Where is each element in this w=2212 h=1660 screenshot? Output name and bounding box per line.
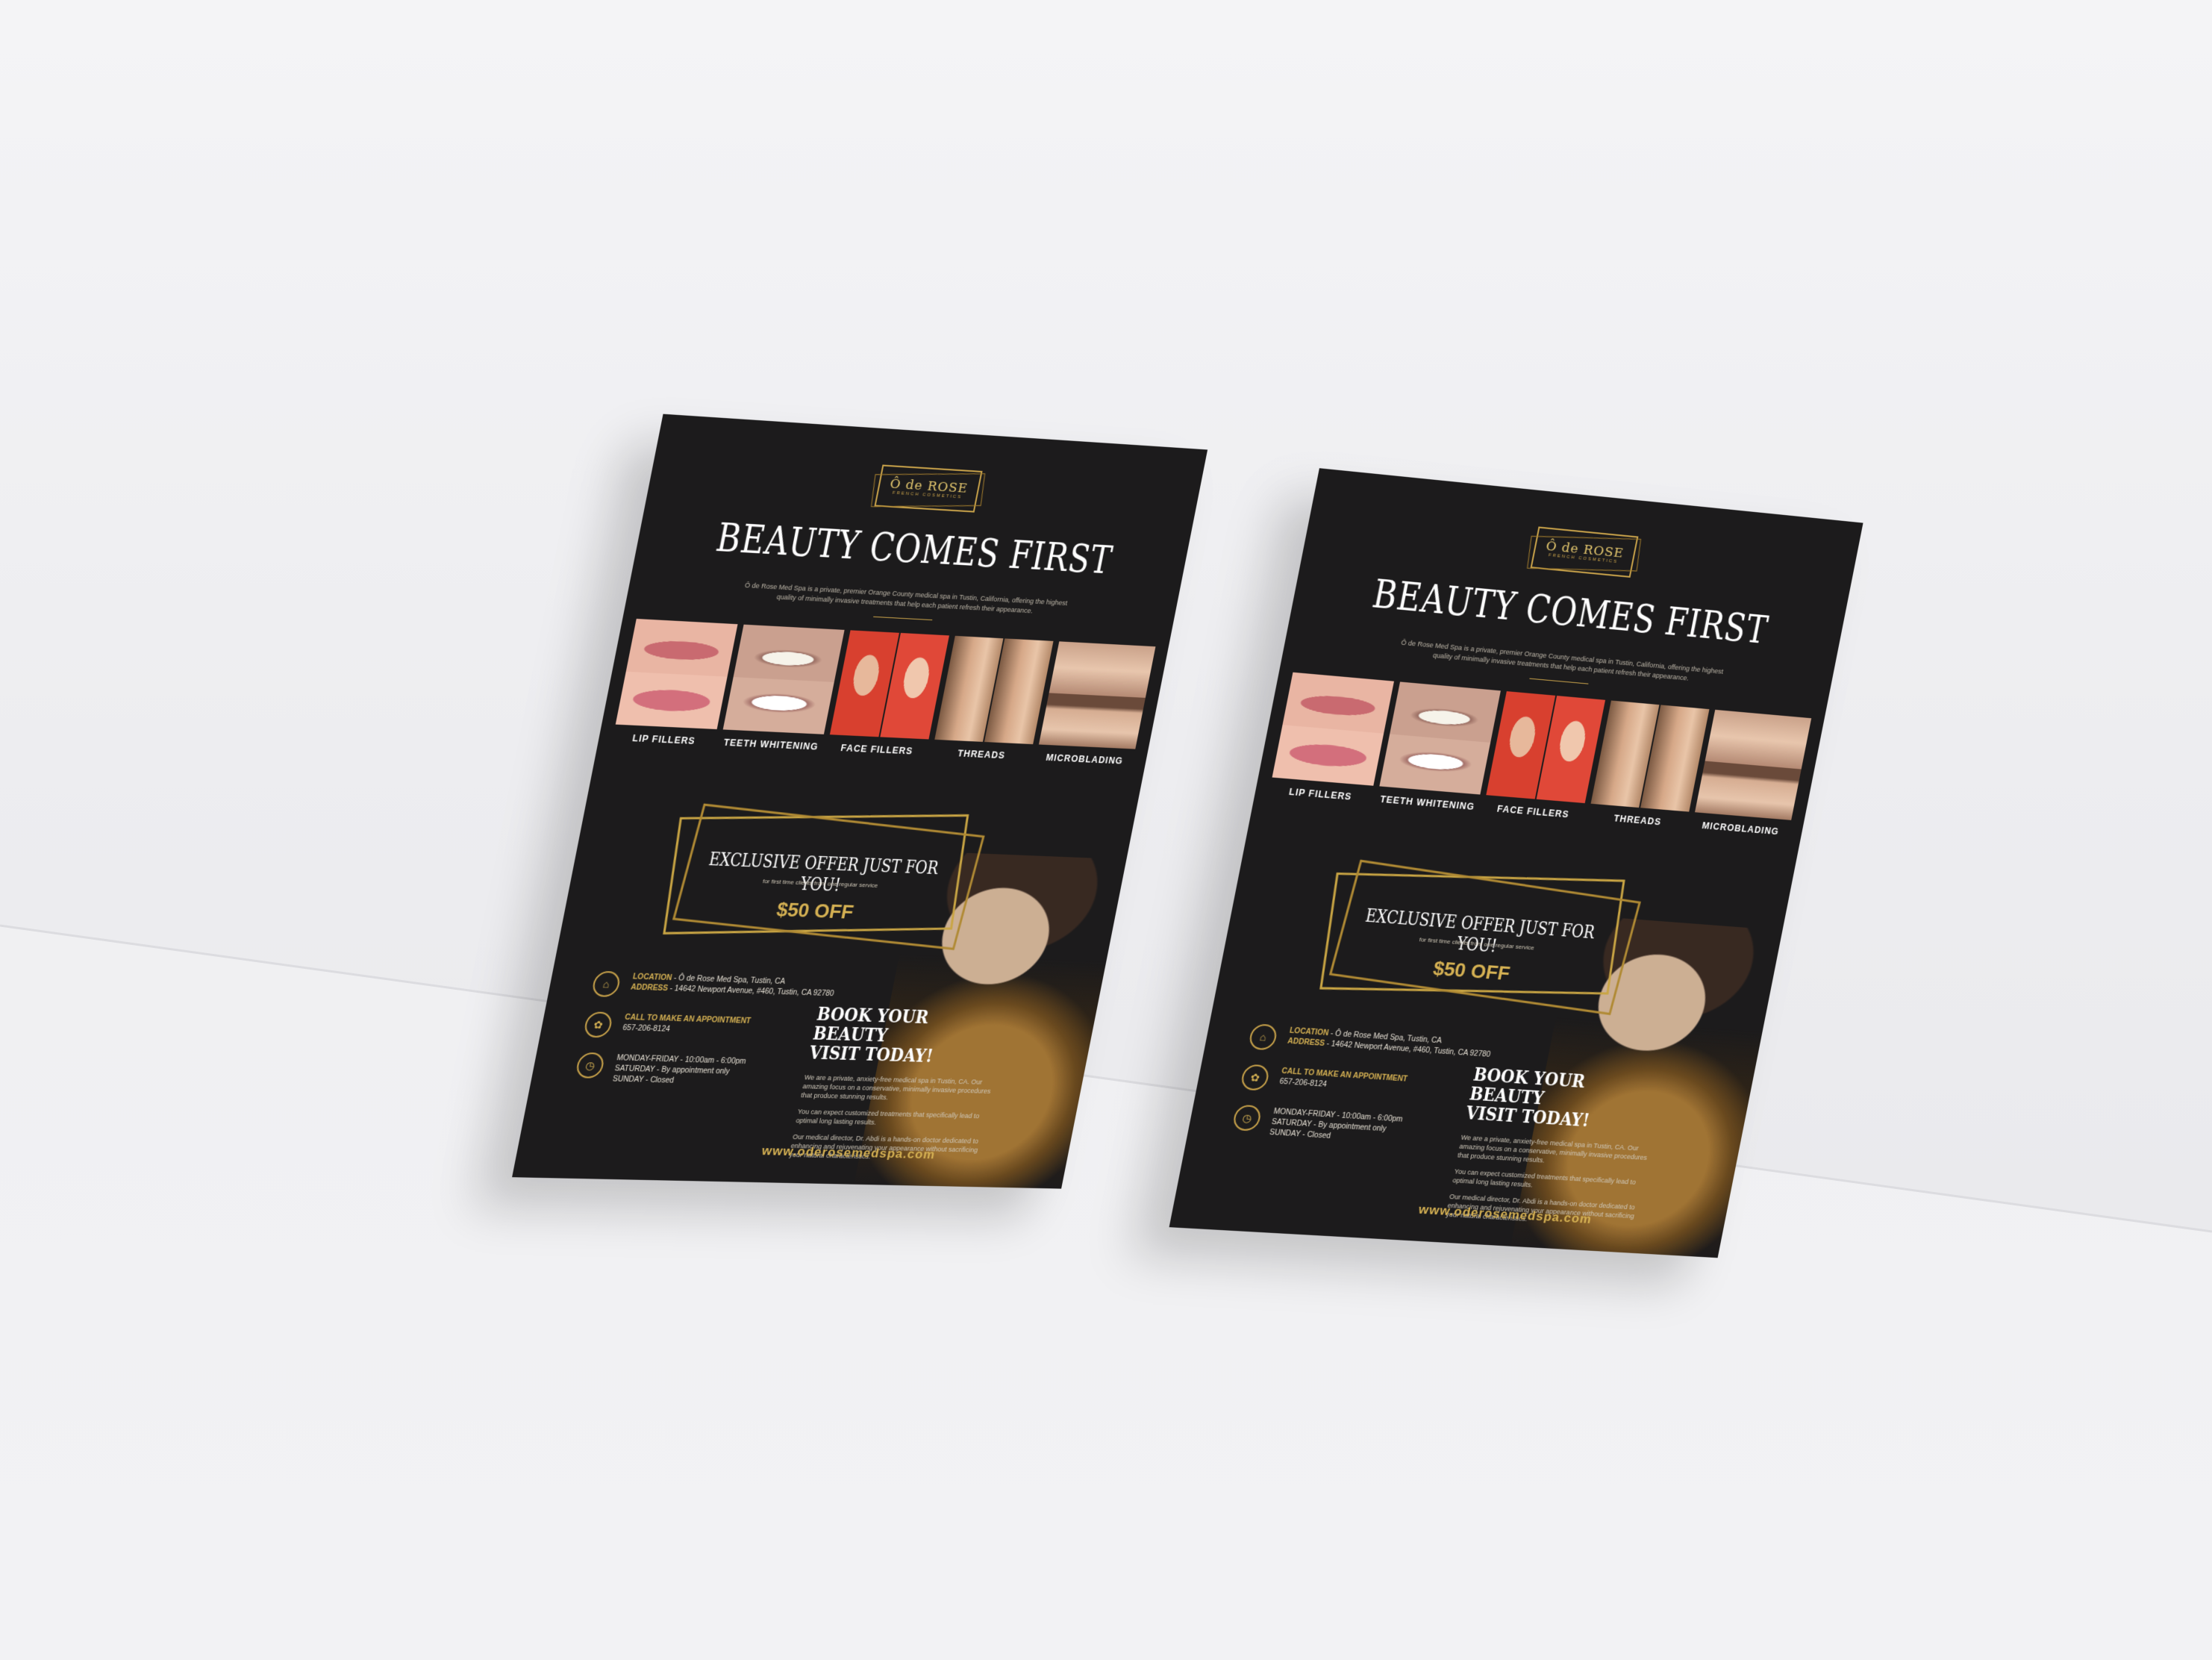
lotus-icon: ✿ (1240, 1064, 1270, 1090)
services-strip: LIP FILLERS TEETH WHITENING FACE FILLERS… (611, 619, 1156, 771)
service-label: TEETH WHITENING (722, 737, 819, 752)
service-threads: THREADS (1587, 701, 1709, 834)
flyer-intro: Ô de Rose Med Spa is a private, premier … (1397, 638, 1725, 687)
phone-row: ✿ CALL TO MAKE AN APPOINTMENT 657-206-81… (583, 1011, 836, 1044)
location-label: LOCATION (632, 973, 672, 982)
flyer-intro: Ô de Rose Med Spa is a private, premier … (741, 581, 1069, 618)
location-value: - Ô de Rose Med Spa, Tustin, CA (671, 974, 786, 986)
service-label: MICROBLADING (1045, 752, 1124, 767)
service-teeth-whitening: TEETH WHITENING (719, 625, 844, 757)
face-fillers-photo (1486, 691, 1605, 803)
address-label: ADDRESS (1287, 1038, 1325, 1048)
book-title: BOOK YOUR BEAUTY VISIT TODAY! (1464, 1065, 1662, 1135)
flyer-title: BEAUTY COMES FIRST (686, 514, 1142, 584)
service-label: FACE FILLERS (1496, 804, 1570, 820)
lip-fillers-photo (616, 619, 738, 729)
logo-name: Ô de ROSE (889, 477, 969, 495)
brand-logo: Ô de ROSE FRENCH COSMETICS (874, 464, 982, 512)
lotus-icon: ✿ (583, 1011, 613, 1038)
divider (1529, 678, 1588, 684)
service-label: THREADS (1613, 813, 1662, 827)
phone-row: ✿ CALL TO MAKE AN APPOINTMENT 657-206-81… (1240, 1064, 1492, 1105)
book-paragraph: We are a private, anxiety-free medical s… (1457, 1133, 1652, 1171)
clock-icon: ◷ (1231, 1105, 1262, 1132)
service-microblading: MICROBLADING (1034, 641, 1156, 771)
service-label: THREADS (957, 748, 1006, 761)
service-face-fillers: FACE FILLERS (825, 630, 949, 761)
address-label: ADDRESS (630, 983, 669, 993)
divider (873, 617, 932, 620)
face-fillers-photo (830, 630, 949, 739)
service-label: LIP FILLERS (1288, 787, 1353, 802)
teeth-whitening-photo (723, 625, 844, 734)
hours-row: ◷ MONDAY-FRIDAY - 10:00am - 6:00pm SATUR… (1231, 1105, 1484, 1152)
book-paragraph: We are a private, anxiety-free medical s… (800, 1073, 996, 1104)
building-icon: ⌂ (1248, 1023, 1278, 1050)
service-microblading: MICROBLADING (1690, 710, 1811, 842)
service-label: TEETH WHITENING (1379, 794, 1475, 812)
service-label: FACE FILLERS (840, 743, 913, 756)
hours-weekday: MONDAY-FRIDAY - 10:00am - 6:00pm (616, 1054, 746, 1066)
book-title: BOOK YOUR BEAUTY VISIT TODAY! (807, 1005, 1006, 1068)
book-title-line2: VISIT TODAY! (1464, 1102, 1592, 1131)
microblading-photo (1039, 641, 1156, 749)
phone-number: 657-206-8124 (622, 1024, 670, 1034)
service-label: MICROBLADING (1701, 820, 1780, 837)
book-title-line2: VISIT TODAY! (807, 1041, 935, 1067)
call-label: CALL TO MAKE AN APPOINTMENT (624, 1014, 752, 1026)
microblading-photo (1695, 710, 1812, 820)
location-row: ⌂ LOCATION - Ô de Rose Med Spa, Tustin, … (591, 971, 843, 1005)
offer-box: EXCLUSIVE OFFER JUST FOR YOU! for first … (1316, 858, 1639, 1009)
services-strip: LIP FILLERS TEETH WHITENING FACE FILLERS… (1268, 673, 1812, 842)
threads-photo (1591, 701, 1709, 812)
book-paragraph: You can expect customized treatments tha… (1452, 1167, 1646, 1196)
hours-row: ◷ MONDAY-FRIDAY - 10:00am - 6:00pm SATUR… (573, 1052, 827, 1090)
logo-tagline: FRENCH COSMETICS (1548, 553, 1618, 564)
phone-number: 657-206-8124 (1278, 1078, 1327, 1089)
logo-tagline: FRENCH COSMETICS (892, 491, 962, 500)
lip-fillers-photo (1272, 673, 1395, 786)
threads-photo (934, 636, 1053, 744)
service-threads: THREADS (931, 636, 1054, 767)
service-lip-fillers: LIP FILLERS (1268, 673, 1395, 808)
book-title-line1: BOOK YOUR BEAUTY (1468, 1064, 1587, 1109)
hours-saturday: SATURDAY - By appointment only (614, 1064, 731, 1076)
service-label: LIP FILLERS (631, 733, 696, 746)
location-row: ⌂ LOCATION - Ô de Rose Med Spa, Tustin, … (1248, 1023, 1500, 1065)
brand-logo: Ô de ROSE FRENCH COSMETICS (1531, 526, 1639, 578)
location-label: LOCATION (1289, 1027, 1329, 1038)
service-lip-fillers: LIP FILLERS (611, 619, 738, 752)
hours-sunday: SUNDAY - Closed (1269, 1129, 1331, 1141)
logo-name: Ô de ROSE (1545, 540, 1625, 561)
offer-box: EXCLUSIVE OFFER JUST FOR YOU! for first … (660, 802, 982, 944)
clock-icon: ◷ (575, 1052, 605, 1079)
address-value: - 14642 Newport Avenue, #460, Tustin, CA… (667, 985, 835, 998)
book-paragraph: You can expect customized treatments tha… (795, 1107, 989, 1129)
service-face-fillers: FACE FILLERS (1481, 691, 1605, 826)
building-icon: ⌂ (591, 971, 622, 997)
teeth-whitening-photo (1380, 681, 1501, 794)
service-teeth-whitening: TEETH WHITENING (1375, 681, 1501, 817)
hours-sunday: SUNDAY - Closed (612, 1075, 675, 1085)
book-title-line1: BOOK YOUR BEAUTY (811, 1003, 931, 1046)
